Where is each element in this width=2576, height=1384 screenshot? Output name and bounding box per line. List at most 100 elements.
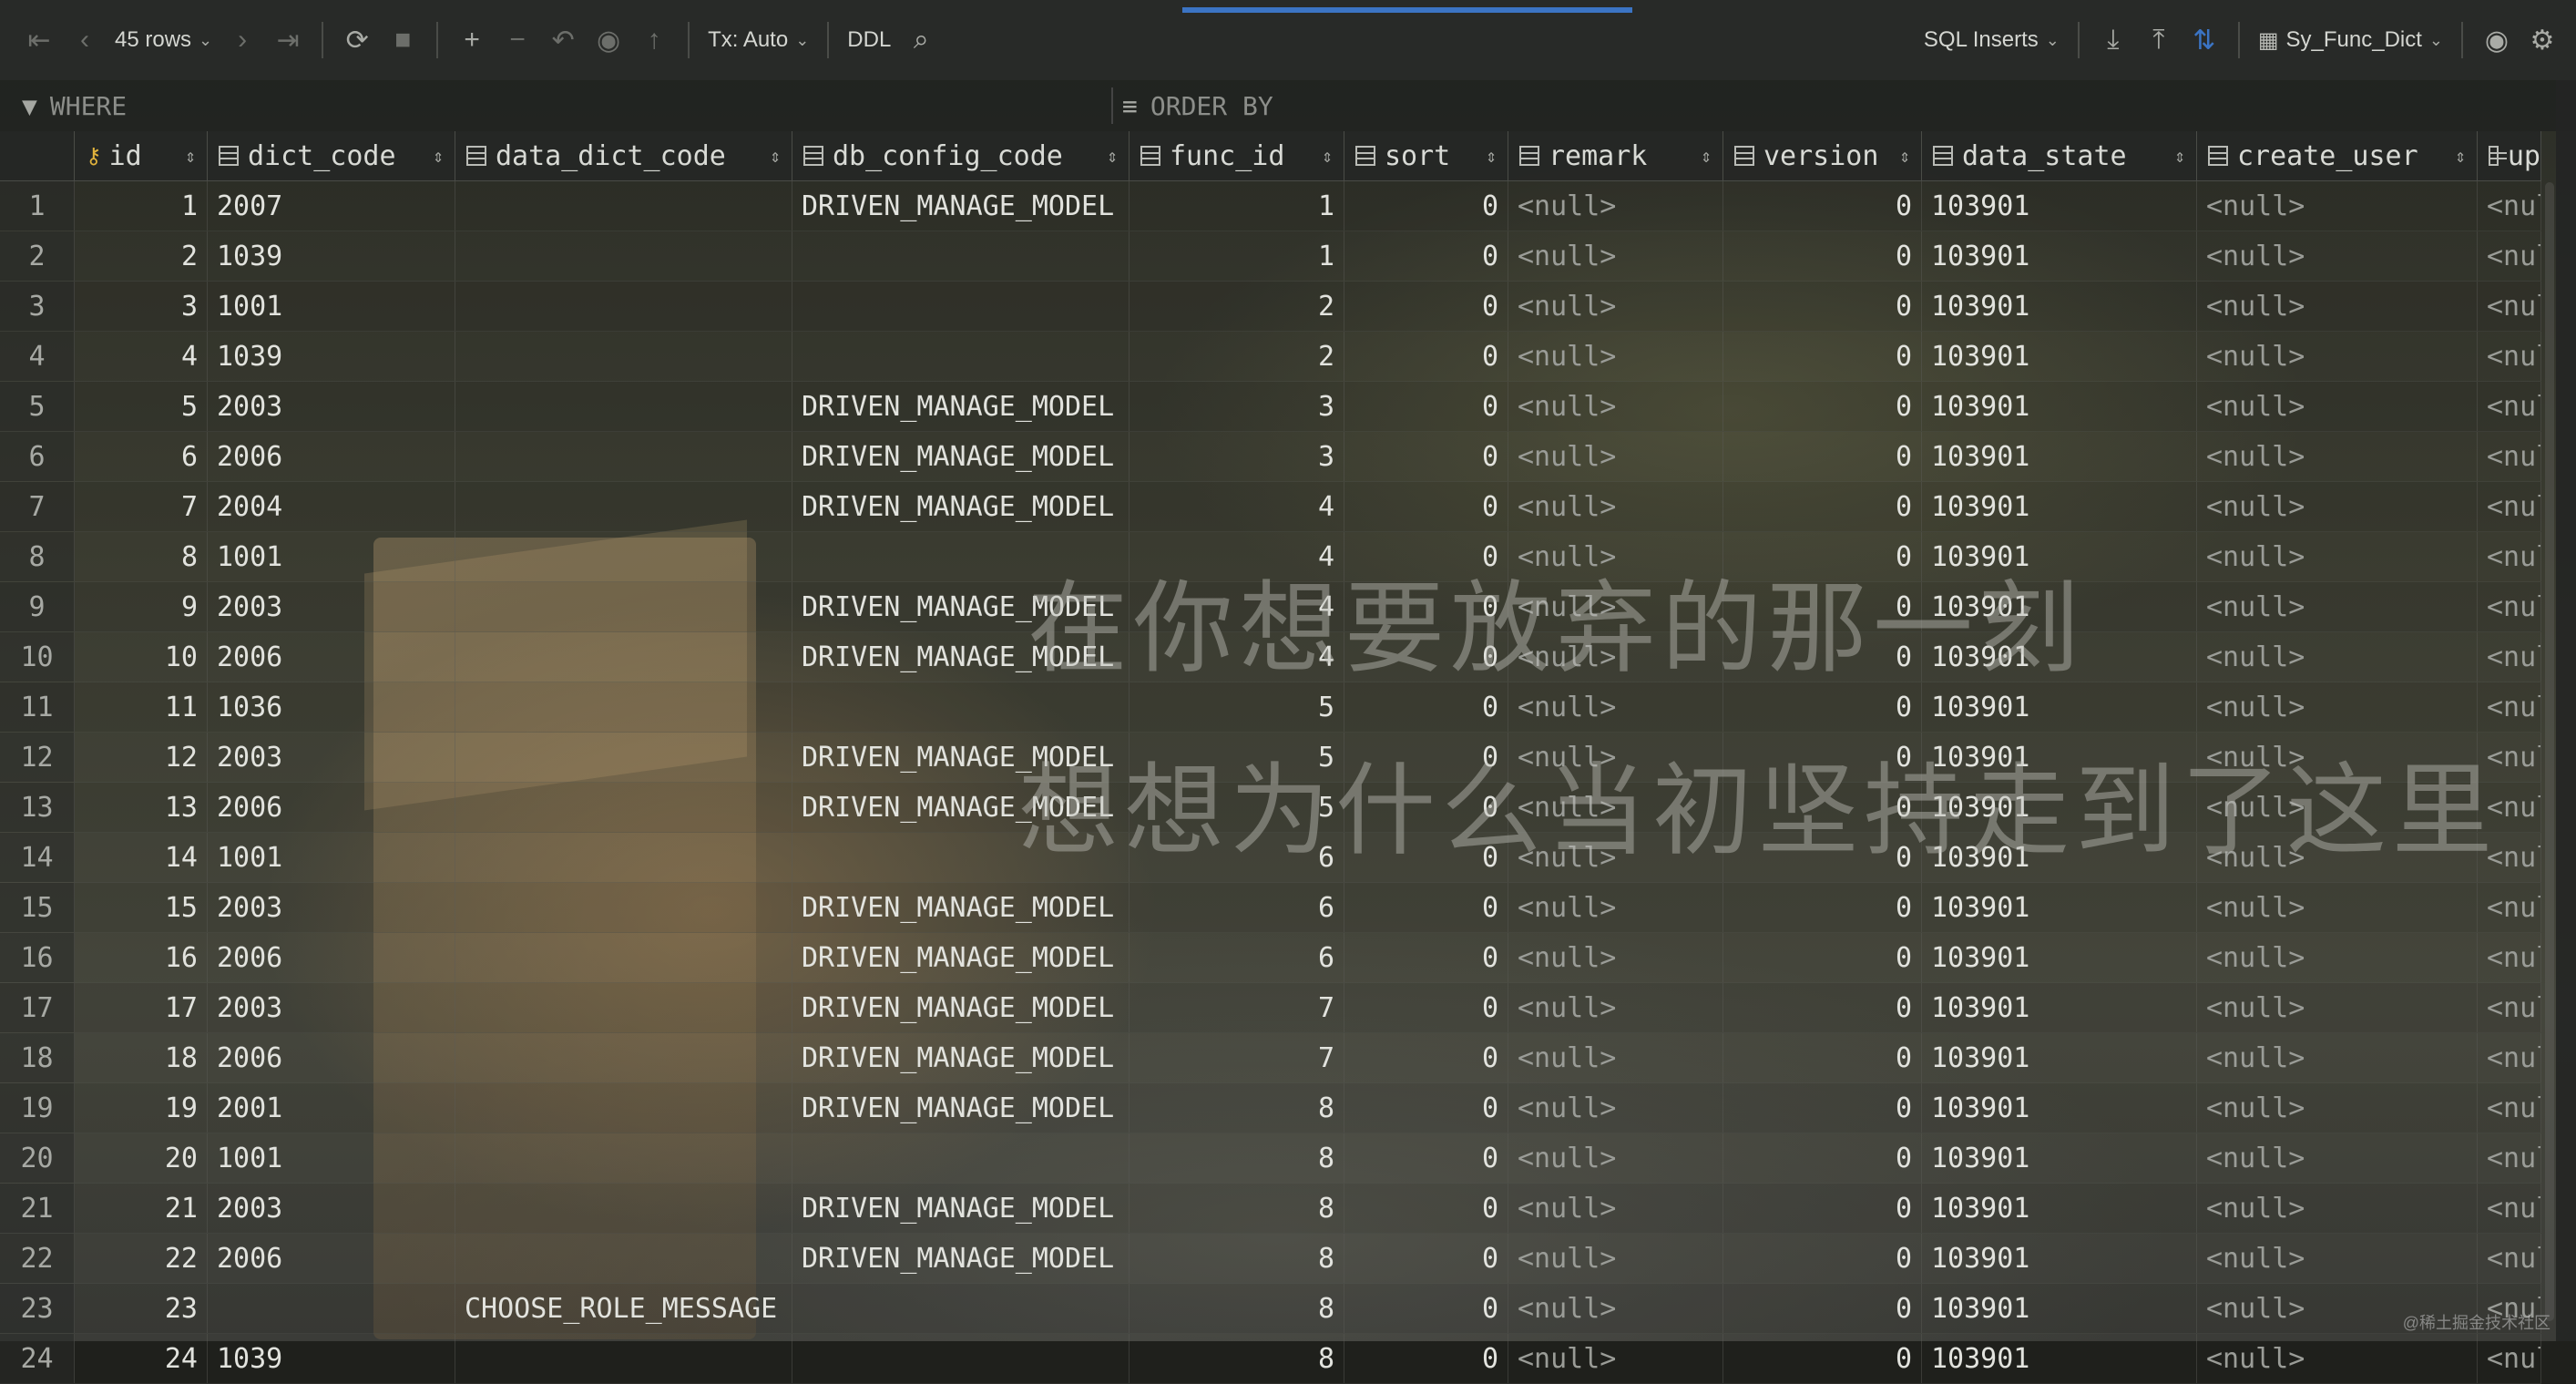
cell-id[interactable]: 23	[75, 1284, 208, 1333]
cell-up[interactable]: <nul	[2478, 1133, 2541, 1183]
cell-sort[interactable]: 0	[1344, 1033, 1508, 1082]
cell-id[interactable]: 16	[75, 933, 208, 982]
cell-up[interactable]: <nul	[2478, 482, 2541, 531]
cell-up[interactable]: <nul	[2478, 1184, 2541, 1233]
sort-toggle-icon[interactable]: ⇕	[185, 145, 196, 167]
cell-remark[interactable]: <null>	[1508, 1234, 1723, 1283]
cell-create-user[interactable]: <null>	[2197, 382, 2478, 431]
cell-data-dict-code[interactable]	[455, 1184, 792, 1233]
cell-create-user[interactable]: <null>	[2197, 1033, 2478, 1082]
sort-toggle-icon[interactable]: ⇕	[2174, 145, 2185, 167]
table-row[interactable]: 44103920<null>0103901<null><nul	[0, 332, 2541, 382]
cell-func-id[interactable]: 7	[1130, 1033, 1344, 1082]
cell-data-dict-code[interactable]	[455, 1133, 792, 1183]
cell-data-dict-code[interactable]	[455, 332, 792, 381]
cell-sort[interactable]: 0	[1344, 231, 1508, 281]
column-header-up[interactable]: up	[2478, 131, 2541, 180]
stop-icon[interactable]: ■	[380, 17, 425, 63]
cell-sort[interactable]: 0	[1344, 432, 1508, 481]
cell-version[interactable]: 0	[1723, 1133, 1922, 1183]
cell-dict-code[interactable]: 1039	[208, 231, 455, 281]
cell-remark[interactable]: <null>	[1508, 332, 1723, 381]
cell-sort[interactable]: 0	[1344, 282, 1508, 331]
cell-data-dict-code[interactable]	[455, 382, 792, 431]
row-number[interactable]: 15	[0, 883, 75, 932]
cell-db-config-code[interactable]: DRIVEN_MANAGE_MODEL	[792, 181, 1130, 231]
cell-up[interactable]: <nul	[2478, 1083, 2541, 1133]
cell-remark[interactable]: <null>	[1508, 883, 1723, 932]
cell-data-state[interactable]: 103901	[1922, 482, 2197, 531]
table-row[interactable]: 18 18 2006 DRIVEN_MANAGE_MODEL 7 0 <null> 0 1039…	[0, 1033, 2541, 1083]
cell-db-config-code[interactable]: DRIVEN_MANAGE_MODEL	[792, 1184, 1130, 1233]
column-header-version[interactable]: version ⇕	[1723, 131, 1922, 180]
table-row[interactable]: 22 22 2006 DRIVEN_MANAGE_MODEL 8 0 <null> 0 1039…	[0, 1234, 2541, 1284]
cell-remark[interactable]: <null>	[1508, 1284, 1723, 1333]
cell-up[interactable]: <nul	[2478, 332, 2541, 381]
cell-version[interactable]: 0	[1723, 382, 1922, 431]
cell-id[interactable]: 13	[75, 783, 208, 832]
cell-create-user[interactable]: <null>	[2197, 482, 2478, 531]
cell-func-id[interactable]: 8	[1130, 1184, 1344, 1233]
cell-func-id[interactable]: 3	[1130, 432, 1344, 481]
table-row[interactable]: 5 5 2003 DRIVEN_MANAGE_MODEL 3 0 <null> 0 103901…	[0, 382, 2541, 432]
cell-data-dict-code[interactable]	[455, 733, 792, 782]
cell-dict-code[interactable]: 2003	[208, 983, 455, 1032]
cell-data-state[interactable]: 103901	[1922, 983, 2197, 1032]
cell-db-config-code[interactable]: DRIVEN_MANAGE_MODEL	[792, 1234, 1130, 1283]
cell-data-state[interactable]: 103901	[1922, 1234, 2197, 1283]
cell-data-state[interactable]: 103901	[1922, 181, 2197, 231]
cell-db-config-code[interactable]	[792, 282, 1130, 331]
row-number[interactable]: 8	[0, 532, 75, 581]
column-header-dict-code[interactable]: dict_code ⇕	[208, 131, 455, 180]
ddl-button[interactable]: DDL	[840, 17, 898, 63]
table-row[interactable]: 19 19 2001 DRIVEN_MANAGE_MODEL 8 0 <null> 0 1039…	[0, 1083, 2541, 1133]
cell-dict-code[interactable]: 1036	[208, 682, 455, 732]
cell-data-state[interactable]: 103901	[1922, 282, 2197, 331]
cell-data-state[interactable]: 103901	[1922, 1033, 2197, 1082]
table-row[interactable]: 7 7 2004 DRIVEN_MANAGE_MODEL 4 0 <null> 0 103901…	[0, 482, 2541, 532]
cell-db-config-code[interactable]: DRIVEN_MANAGE_MODEL	[792, 933, 1130, 982]
cell-dict-code[interactable]: 1001	[208, 282, 455, 331]
cell-dict-code[interactable]: 1001	[208, 532, 455, 581]
cell-db-config-code[interactable]: DRIVEN_MANAGE_MODEL	[792, 482, 1130, 531]
cell-sort[interactable]: 0	[1344, 382, 1508, 431]
cell-data-state[interactable]: 103901	[1922, 1133, 2197, 1183]
cell-up[interactable]: <nul	[2478, 933, 2541, 982]
cell-create-user[interactable]: <null>	[2197, 632, 2478, 682]
cell-dict-code[interactable]: 2006	[208, 783, 455, 832]
preview-changes-icon[interactable]: ◉	[586, 17, 631, 63]
cell-create-user[interactable]: <null>	[2197, 282, 2478, 331]
cell-sort[interactable]: 0	[1344, 983, 1508, 1032]
cell-id[interactable]: 17	[75, 983, 208, 1032]
cell-create-user[interactable]: <null>	[2197, 432, 2478, 481]
cell-data-dict-code[interactable]	[455, 933, 792, 982]
cell-create-user[interactable]: <null>	[2197, 983, 2478, 1032]
cell-id[interactable]: 7	[75, 482, 208, 531]
delete-row-icon[interactable]: −	[495, 17, 540, 63]
cell-version[interactable]: 0	[1723, 231, 1922, 281]
cell-data-dict-code[interactable]	[455, 682, 792, 732]
cell-id[interactable]: 22	[75, 1234, 208, 1283]
cell-version[interactable]: 0	[1723, 883, 1922, 932]
cell-version[interactable]: 0	[1723, 1083, 1922, 1133]
cell-data-dict-code[interactable]	[455, 883, 792, 932]
cell-func-id[interactable]: 8	[1130, 1234, 1344, 1283]
row-number[interactable]: 4	[0, 332, 75, 381]
cell-id[interactable]: 21	[75, 1184, 208, 1233]
cell-func-id[interactable]: 1	[1130, 231, 1344, 281]
cell-data-dict-code[interactable]	[455, 181, 792, 231]
cell-func-id[interactable]: 4	[1130, 482, 1344, 531]
table-row[interactable]: 2020100180<null>0103901<null><nul	[0, 1133, 2541, 1184]
cell-func-id[interactable]: 1	[1130, 181, 1344, 231]
table-selector[interactable]: ▦ Sy_Func_Dict ⌄	[2251, 17, 2450, 63]
cell-dict-code[interactable]: 2003	[208, 883, 455, 932]
cell-func-id[interactable]: 8	[1130, 1133, 1344, 1183]
eye-icon[interactable]: ◉	[2474, 17, 2520, 63]
table-row[interactable]: 22103910<null>0103901<null><nul	[0, 231, 2541, 282]
row-number[interactable]: 22	[0, 1234, 75, 1283]
cell-up[interactable]: <nul	[2478, 181, 2541, 231]
row-number[interactable]: 20	[0, 1133, 75, 1183]
cell-id[interactable]: 6	[75, 432, 208, 481]
gear-icon[interactable]: ⚙	[2520, 17, 2565, 63]
cell-id[interactable]: 5	[75, 382, 208, 431]
